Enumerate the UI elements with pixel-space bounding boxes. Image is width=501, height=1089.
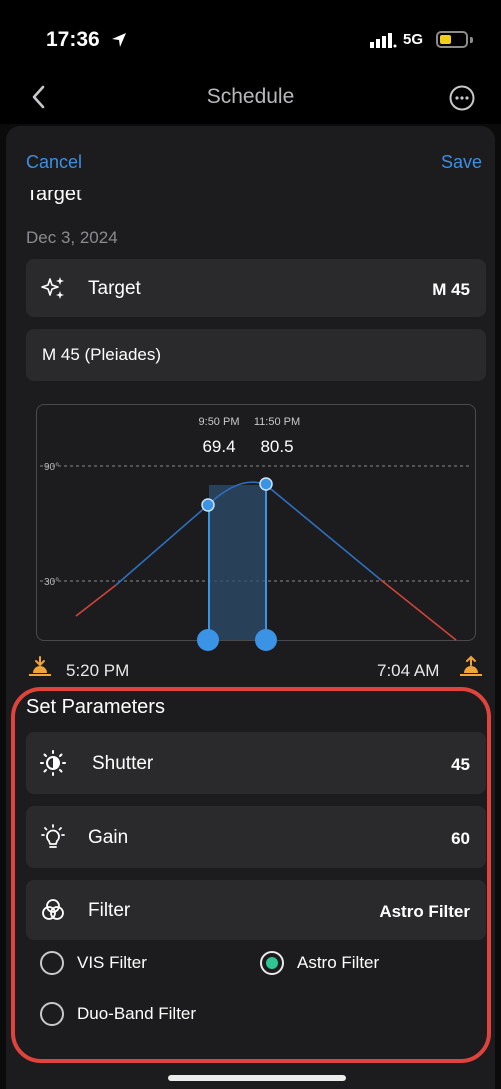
- status-bar: 17:36 5G: [0, 0, 501, 72]
- altitude-curve-red-right: [380, 579, 457, 641]
- altitude-curve-red-left: [75, 584, 117, 617]
- network-type: 5G: [403, 31, 424, 48]
- window-end-altitude: 80.5: [260, 437, 293, 456]
- sunrise-time: 7:04 AM: [377, 661, 440, 680]
- window-start-time: 9:50 PM: [199, 416, 240, 428]
- shutter-value: 45: [451, 755, 470, 774]
- window-start-handle: [197, 629, 219, 651]
- signal-bars-icon: [370, 33, 397, 48]
- nav-bar: Schedule: [0, 72, 501, 124]
- astro-filter-radio[interactable]: [260, 951, 284, 975]
- target-name: M 45 (Pleiades): [42, 345, 162, 364]
- duo-band-filter-radio[interactable]: [40, 1002, 64, 1026]
- shutter-icon: [40, 750, 66, 776]
- schedule-date: Dec 3, 2024: [26, 228, 118, 247]
- target-value: M 45: [432, 280, 470, 299]
- filter-value: Astro Filter: [379, 902, 470, 921]
- battery-tip: [470, 37, 473, 43]
- window-end-point: [259, 477, 273, 491]
- section-title-text: Target: [26, 190, 82, 205]
- status-time: 17:36: [46, 28, 100, 51]
- lightbulb-icon: [41, 824, 65, 848]
- target-row[interactable]: Target M 45: [26, 259, 486, 317]
- window-start-point: [201, 498, 215, 512]
- location-arrow-icon: [112, 33, 126, 47]
- window-start-altitude: 69.4: [202, 437, 235, 456]
- filter-row[interactable]: Filter Astro Filter: [26, 880, 486, 940]
- shutter-label: Shutter: [92, 753, 154, 774]
- vis-filter-label[interactable]: VIS Filter: [77, 953, 147, 973]
- gain-row[interactable]: Gain 60: [26, 806, 486, 868]
- section-title: Target: [26, 190, 82, 208]
- shutter-row[interactable]: Shutter 45: [26, 732, 486, 794]
- battery-level: [440, 35, 451, 44]
- sunrise-icon: [460, 655, 482, 676]
- gain-label: Gain: [88, 827, 129, 848]
- window-end-time: 11:50 PM: [254, 416, 300, 428]
- vis-filter-radio[interactable]: [40, 951, 64, 975]
- gain-value: 60: [451, 829, 470, 848]
- home-indicator[interactable]: [168, 1075, 346, 1081]
- sunset-time: 5:20 PM: [66, 661, 130, 680]
- altitude-chart[interactable]: 90° 30° 9:50 PM 11:50 PM 69.4 80.5: [36, 404, 476, 651]
- window-end-handle: [255, 629, 277, 651]
- y-tick-90: 90°: [44, 462, 59, 473]
- filter-label: Filter: [88, 900, 131, 921]
- y-tick-30: 30°: [44, 577, 59, 588]
- nav-title: Schedule: [206, 85, 295, 108]
- sunset-icon: [29, 656, 51, 676]
- duo-band-filter-label[interactable]: Duo-Band Filter: [77, 1004, 196, 1024]
- battery-icon: [436, 31, 468, 48]
- target-label: Target: [88, 278, 141, 299]
- filter-circles-icon: [42, 899, 64, 920]
- ellipsis-circle-icon[interactable]: [448, 84, 476, 112]
- cancel-button[interactable]: Cancel: [26, 152, 82, 173]
- astro-filter-label[interactable]: Astro Filter: [297, 953, 379, 973]
- observation-window: [209, 485, 266, 640]
- target-name-field[interactable]: M 45 (Pleiades): [26, 329, 486, 381]
- sparkles-icon: [41, 277, 64, 299]
- set-parameters-title: Set Parameters: [26, 696, 165, 718]
- save-button[interactable]: Save: [441, 152, 482, 173]
